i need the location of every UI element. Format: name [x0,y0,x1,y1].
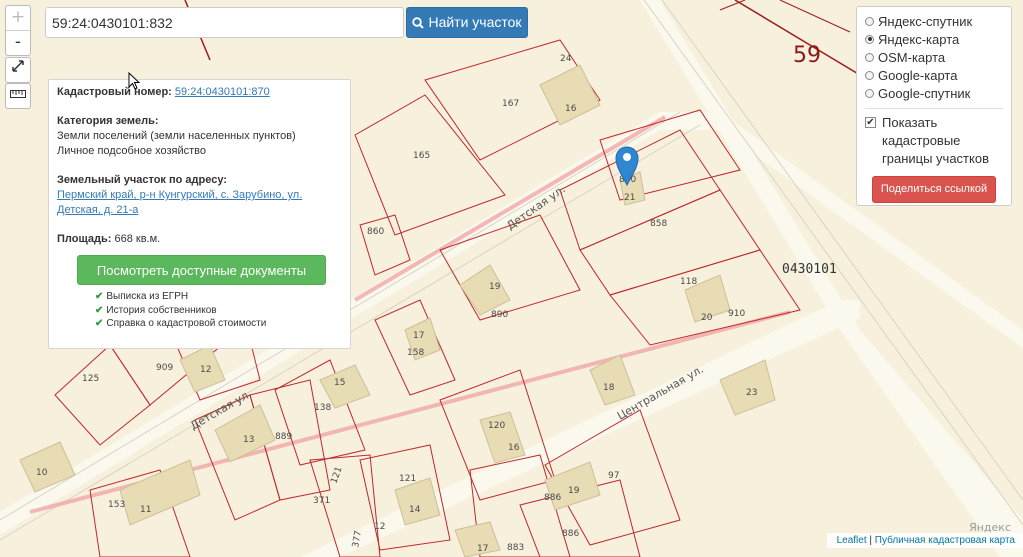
zoom-in-button[interactable]: + [6,6,30,31]
border-line [779,0,851,33]
parcel-label: 23 [746,388,757,398]
parcel-label: 890 [491,310,508,320]
area-value: 668 кв.м. [114,233,161,245]
land-category-label: Категория земель: [57,115,159,127]
parcel-label: 371 [313,496,330,506]
parcel-label: 121 [399,474,416,484]
parcel-label: 889 [275,432,292,442]
parcel-label: 118 [680,277,697,287]
parcel-label: 910 [728,309,745,319]
search-icon [412,17,425,29]
parcel-label: 121 [329,465,344,485]
measure-button[interactable] [5,83,31,109]
parcel-label: 125 [82,374,99,384]
area-label: Площадь: [57,233,112,245]
documents-checklist: ✔ Выписка из ЕГРН ✔ История собственников … [95,290,342,331]
attribution: Leaflet | Публичная кадастровая карта [826,533,1023,548]
parcel-label: 886 [562,529,579,539]
parcel-label: 13 [243,435,254,445]
parcel-label: 19 [489,282,501,292]
check-icon: ✔ [95,304,104,316]
address-link[interactable]: Пермский край, р-н Кунгурский, с. Заруби… [57,189,302,216]
parcel-label: 12 [200,365,211,375]
parcel-label: 12 [374,522,385,532]
parcel-label: 158 [407,348,424,358]
parcel-label: 20 [701,313,713,323]
map-label-big: 59 [793,43,821,68]
parcel-label: 17 [413,331,424,341]
parcel-label: 19 [568,486,580,496]
radio-icon[interactable] [865,16,874,26]
parcel-label: 16 [508,443,520,453]
zoom-control: + - [5,5,31,56]
search-input[interactable] [45,7,404,38]
layer-option-google-map[interactable]: Google-карта [865,66,1003,84]
check-icon: ✔ [95,318,104,329]
parcel-label: 97 [608,471,619,481]
layer-option-osm[interactable]: OSM-карта [865,48,1003,66]
quarter-label: 0430101 [782,262,837,277]
check-icon: ✔ [95,291,104,302]
view-documents-button[interactable]: Посмотреть доступные документы [77,255,326,285]
show-borders-label: Показать кадастровые границы участков [882,115,989,166]
parcel-label: 16 [565,104,577,114]
radio-icon[interactable] [865,70,874,80]
mouse-cursor-icon [128,72,140,90]
radio-selected-icon[interactable] [865,34,874,44]
parcel-label: 11 [140,505,151,515]
address-label: Земельный участок по адресу: [57,174,227,186]
parcel-label: 165 [413,151,430,161]
layer-switcher: Яндекс-спутник Яндекс-карта OSM-карта Go… [856,6,1012,206]
radio-icon[interactable] [865,88,874,98]
find-parcel-button[interactable]: Найти участок [406,7,528,38]
checklist-item: ✔ История собственников [95,304,217,316]
checkbox-checked-icon[interactable]: ✔ [865,117,876,128]
parcel-label: 153 [108,500,125,510]
fullscreen-icon [12,60,24,72]
parcel-label: 15 [334,378,345,388]
parcel-info-popup: Кадастровый номер: 59:24:0430101:870 Кат… [48,79,351,349]
parcel-label: 18 [603,383,615,393]
layer-option-google-satellite[interactable]: Google-спутник [865,84,1003,102]
show-borders-toggle[interactable]: ✔ Показать кадастровые границы участков [865,114,1003,168]
checklist-item: ✔ Выписка из ЕГРН [95,291,189,302]
parcel-label: 21 [624,193,635,203]
map-label-big: 24 [560,54,572,64]
leaflet-link[interactable]: Leaflet [837,535,867,546]
zoom-out-button[interactable]: - [6,31,30,55]
parcel-label: 17 [477,544,488,554]
checklist-item: ✔ Справка о кадастровой стоимости [95,318,267,329]
source-link[interactable]: Публичная кадастровая карта [875,535,1015,546]
cadastral-number-link[interactable]: 59:24:0430101:870 [175,86,270,98]
divider [865,108,1003,109]
parcel-label: 883 [507,543,524,553]
find-parcel-label: Найти участок [428,14,522,30]
layer-option-yandex-map[interactable]: Яндекс-карта [865,30,1003,48]
ruler-icon [10,90,26,98]
parcel-label: 860 [367,227,384,237]
parcel-label: 120 [488,421,505,431]
share-link-button[interactable]: Поделиться ссылкой [872,176,996,203]
parcel-label: 167 [502,99,519,109]
fullscreen-button[interactable] [5,57,31,83]
radio-icon[interactable] [865,52,874,62]
cadastral-number-label: Кадастровый номер: [57,86,172,98]
parcel-label: 886 [544,493,561,503]
layer-option-yandex-satellite[interactable]: Яндекс-спутник [865,12,1003,30]
parcel-label: 858 [650,219,667,229]
parcel-label: 909 [156,363,173,373]
land-use-value: Личное подсобное хозяйство [57,145,207,157]
parcel-label: 14 [409,505,421,515]
land-category-value: Земли поселений (земли населенных пункто… [57,130,296,142]
parcel-label: 138 [314,403,331,413]
border-line [719,0,746,11]
parcel-label: 10 [36,468,48,478]
